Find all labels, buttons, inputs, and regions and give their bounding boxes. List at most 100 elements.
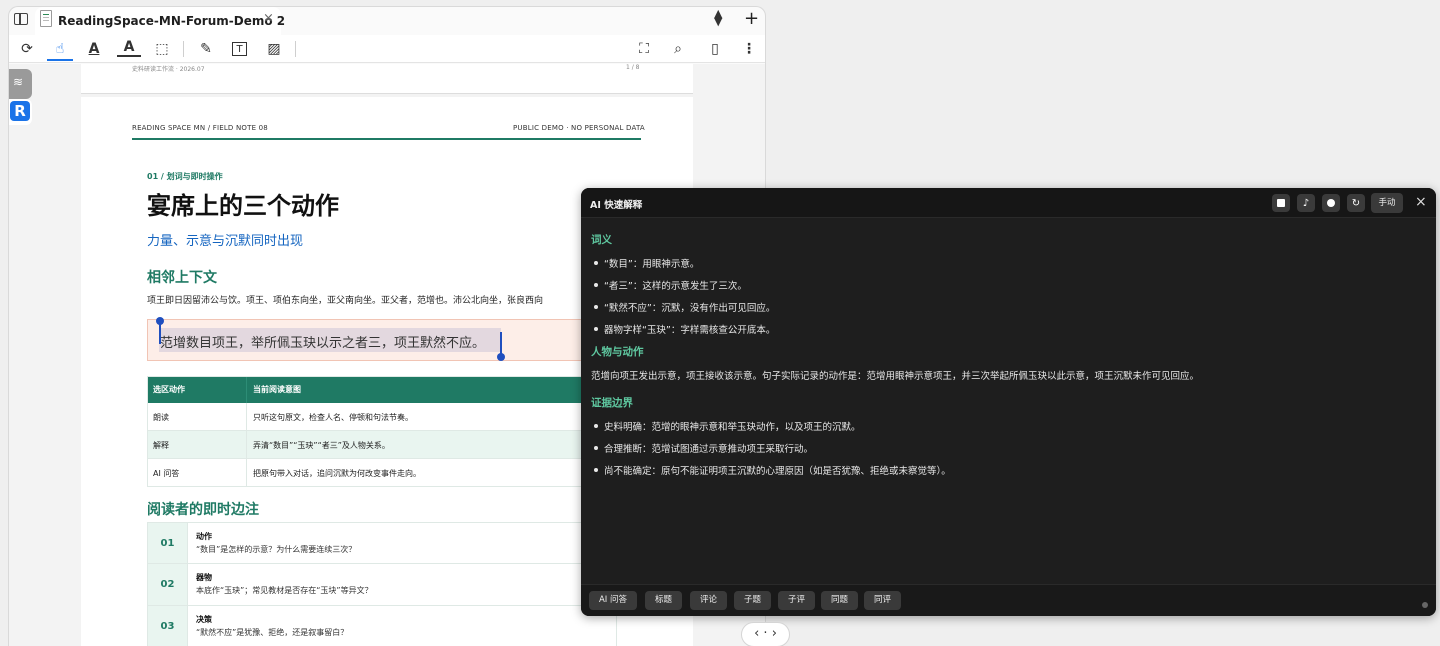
context-heading: 相邻上下文: [147, 270, 217, 286]
list-item: 02 器物 本底作“玉玦”；常见教材是否存在“玉块”等异文？: [147, 564, 617, 606]
header-rule: [132, 138, 641, 140]
selection-start-dot[interactable]: [156, 317, 164, 325]
bookmark-icon[interactable]: ▯: [703, 38, 727, 60]
subtopic-button[interactable]: 子题: [734, 591, 771, 610]
meaning-list: “数目”：用眼神示意。 “者三”：这样的示意发生了三次。 “默然不应”：沉默，没…: [591, 256, 1426, 336]
annotation-toolbar: ⟳ ☝ A A ⬚ ✎ T ▨ ⛶ ⌕ ▯ ⋮: [9, 35, 765, 63]
music-note-icon[interactable]: ♪: [1297, 194, 1315, 212]
fullscreen-icon[interactable]: ⛶: [632, 38, 656, 60]
table-cell: 朗读: [153, 413, 169, 422]
selection-end-dot[interactable]: [497, 353, 505, 361]
document-icon: [40, 10, 52, 27]
subcomment-button[interactable]: 子评: [778, 591, 815, 610]
tab-bar: ReadingSpace-MN-Forum-Demo 2 × ▲ ▼ +: [9, 7, 765, 35]
title-button[interactable]: 标题: [645, 591, 682, 610]
notes-heading: 阅读者的即时边注: [147, 502, 259, 518]
active-tool-indicator: [47, 59, 73, 61]
new-tab-icon[interactable]: +: [744, 8, 759, 29]
sync-icon[interactable]: ⟳: [15, 38, 39, 60]
page-header-left: READING SPACE MN / FIELD NOTE 08: [132, 124, 268, 132]
page-title: 宴席上的三个动作: [147, 192, 339, 220]
selected-quote-block[interactable]: 范增数目项王，举所佩玉玦以示之者三，项王默然不应。: [147, 317, 617, 361]
pointer-icon[interactable]: ☝: [48, 38, 72, 60]
table-header-row: 选区动作 当前阅读意图: [147, 376, 617, 403]
more-icon[interactable]: ⋮: [737, 38, 761, 60]
toolbar-divider: [183, 41, 184, 57]
selection-start-handle[interactable]: [159, 322, 161, 344]
note-title: 决策: [196, 615, 212, 624]
mode-toggle-button[interactable]: 手动: [1371, 193, 1403, 213]
list-item: 器物字样“玉玦”：字样需核查公开底本。: [591, 322, 1426, 336]
stop-icon[interactable]: [1272, 194, 1290, 212]
ai-action-bar: AI 问答 标题 评论 子题 子评 同题 同评: [581, 584, 1436, 616]
evidence-heading: 证据边界: [591, 397, 633, 409]
comment-button[interactable]: 评论: [690, 591, 727, 610]
margin-notes: 01 动作 “数目”是怎样的示意？为什么需要连续三次？ 02 器物 本底作“玉玦…: [147, 522, 617, 646]
table-cell: 解释: [153, 441, 169, 450]
note-number: 03: [148, 606, 188, 646]
list-item: 合理推断：范增试图通过示意推动项王采取行动。: [591, 441, 1426, 455]
list-item: “数目”：用眼神示意。: [591, 256, 1426, 270]
list-item: “者三”：这样的示意发生了三次。: [591, 278, 1426, 292]
layers-icon: ≋: [13, 75, 24, 89]
note-number: 01: [148, 523, 188, 563]
note-title: 器物: [196, 573, 212, 582]
document-tab[interactable]: ReadingSpace-MN-Forum-Demo 2 ×: [35, 7, 285, 35]
list-item: 01 动作 “数目”是怎样的示意？为什么需要连续三次？: [147, 522, 617, 564]
table-row: 朗读 只听这句原文，检查人名、停顿和句法节奏。: [147, 403, 617, 431]
note-text: “数目”是怎样的示意？为什么需要连续三次？: [196, 545, 357, 554]
resize-handle-icon[interactable]: [1422, 602, 1428, 608]
prev-page-number: 1 / 8: [626, 64, 640, 71]
app-logo-icon: R: [10, 101, 30, 121]
tab-close-icon[interactable]: ×: [263, 11, 274, 26]
text-color-icon[interactable]: A: [117, 39, 141, 57]
list-item: 03 决策 “默然不应”是犹豫、拒绝，还是叙事留白？: [147, 606, 617, 646]
close-icon[interactable]: ×: [1415, 194, 1427, 210]
list-item: 尚不能确定：原句不能证明项王沉默的心理原因（如是否犹豫、拒绝或未察觉等）。: [591, 463, 1426, 477]
list-item: “默然不应”：沉默，没有作出可见回应。: [591, 300, 1426, 314]
textbox-icon[interactable]: T: [232, 42, 247, 56]
list-item: 史料明确：范增的眼神示意和举玉玦动作，以及项王的沉默。: [591, 419, 1426, 433]
table-cell: 只听这句原文，检查人名、停顿和句法节奏。: [253, 413, 413, 422]
text-underline-icon[interactable]: A: [82, 38, 106, 60]
refresh-icon[interactable]: ↻: [1347, 194, 1365, 212]
people-heading: 人物与动作: [591, 346, 644, 358]
ai-response-body: 词义 “数目”：用眼神示意。 “者三”：这样的示意发生了三次。 “默然不应”：沉…: [591, 232, 1426, 485]
note-title: 动作: [196, 532, 212, 541]
meaning-heading: 词义: [591, 234, 612, 246]
sidebar-toggle-icon[interactable]: [14, 13, 28, 25]
search-document-icon[interactable]: ⌕: [666, 38, 690, 60]
layers-tab[interactable]: ≋: [9, 69, 32, 99]
ai-panel-title: AI 快速解释: [590, 200, 643, 211]
selected-quote-text[interactable]: 范增数目项王，举所佩玉玦以示之者三，项王默然不应。: [160, 332, 485, 351]
selection-actions-table: 选区动作 当前阅读意图 朗读 只听这句原文，检查人名、停顿和句法节奏。 解释 弄…: [147, 376, 617, 487]
table-cell: AI 问答: [153, 469, 180, 478]
table-cell: 把原句带入对话，追问沉默为何改变事件走向。: [253, 469, 421, 478]
lasso-select-icon[interactable]: ⬚: [150, 38, 174, 60]
tab-title: ReadingSpace-MN-Forum-Demo 2: [58, 14, 286, 28]
evidence-list: 史料明确：范增的眼神示意和举玉玦动作，以及项王的沉默。 合理推断：范增试图通过示…: [591, 419, 1426, 477]
same-comment-button[interactable]: 同评: [864, 591, 901, 610]
table-row: AI 问答 把原句带入对话，追问沉默为何改变事件走向。: [147, 459, 617, 487]
logo-tab[interactable]: R: [9, 99, 32, 125]
ai-panel-header: AI 快速解释 ♪ ↻ 手动 ×: [581, 188, 1436, 218]
note-text: “默然不应”是犹豫、拒绝，还是叙事留白？: [196, 628, 349, 637]
ai-qa-button[interactable]: AI 问答: [589, 591, 637, 610]
record-icon[interactable]: [1322, 194, 1340, 212]
context-paragraph[interactable]: 项王即日因留沛公与饮。项王、项伯东向坐，亚父南向坐。亚父者，范增也。沛公北向坐，…: [147, 293, 543, 306]
selection-end-handle[interactable]: [500, 332, 502, 354]
page-nav-control[interactable]: ‹ · ›: [741, 622, 790, 646]
people-paragraph: 范增向项王发出示意，项王接收该示意。句子实际记录的动作是：范增用眼神示意项王，并…: [591, 371, 1200, 382]
page-subtitle: 力量、示意与沉默同时出现: [147, 234, 304, 249]
previous-page: 史料研读工作流 · 2026.07 1 / 8: [81, 64, 693, 94]
ai-quick-explain-panel: AI 快速解释 ♪ ↻ 手动 × 词义 “数目”：用眼神示意。 “者三”：这样的…: [581, 188, 1436, 616]
pen-icon[interactable]: ✎: [194, 38, 218, 60]
note-text: 本底作“玉玦”；常见教材是否存在“玉块”等异文？: [196, 586, 373, 595]
image-icon[interactable]: ▨: [262, 38, 286, 60]
same-topic-button[interactable]: 同题: [821, 591, 858, 610]
table-row: 解释 弄清“数目”“玉玦”“者三”及人物关系。: [147, 431, 617, 459]
table-header-cell: 选区动作: [153, 385, 185, 394]
section-tag: 01 / 划词与即时操作: [147, 172, 223, 181]
tab-sort-icon[interactable]: ▲ ▼: [714, 8, 722, 27]
table-cell: 弄清“数目”“玉玦”“者三”及人物关系。: [253, 441, 390, 450]
